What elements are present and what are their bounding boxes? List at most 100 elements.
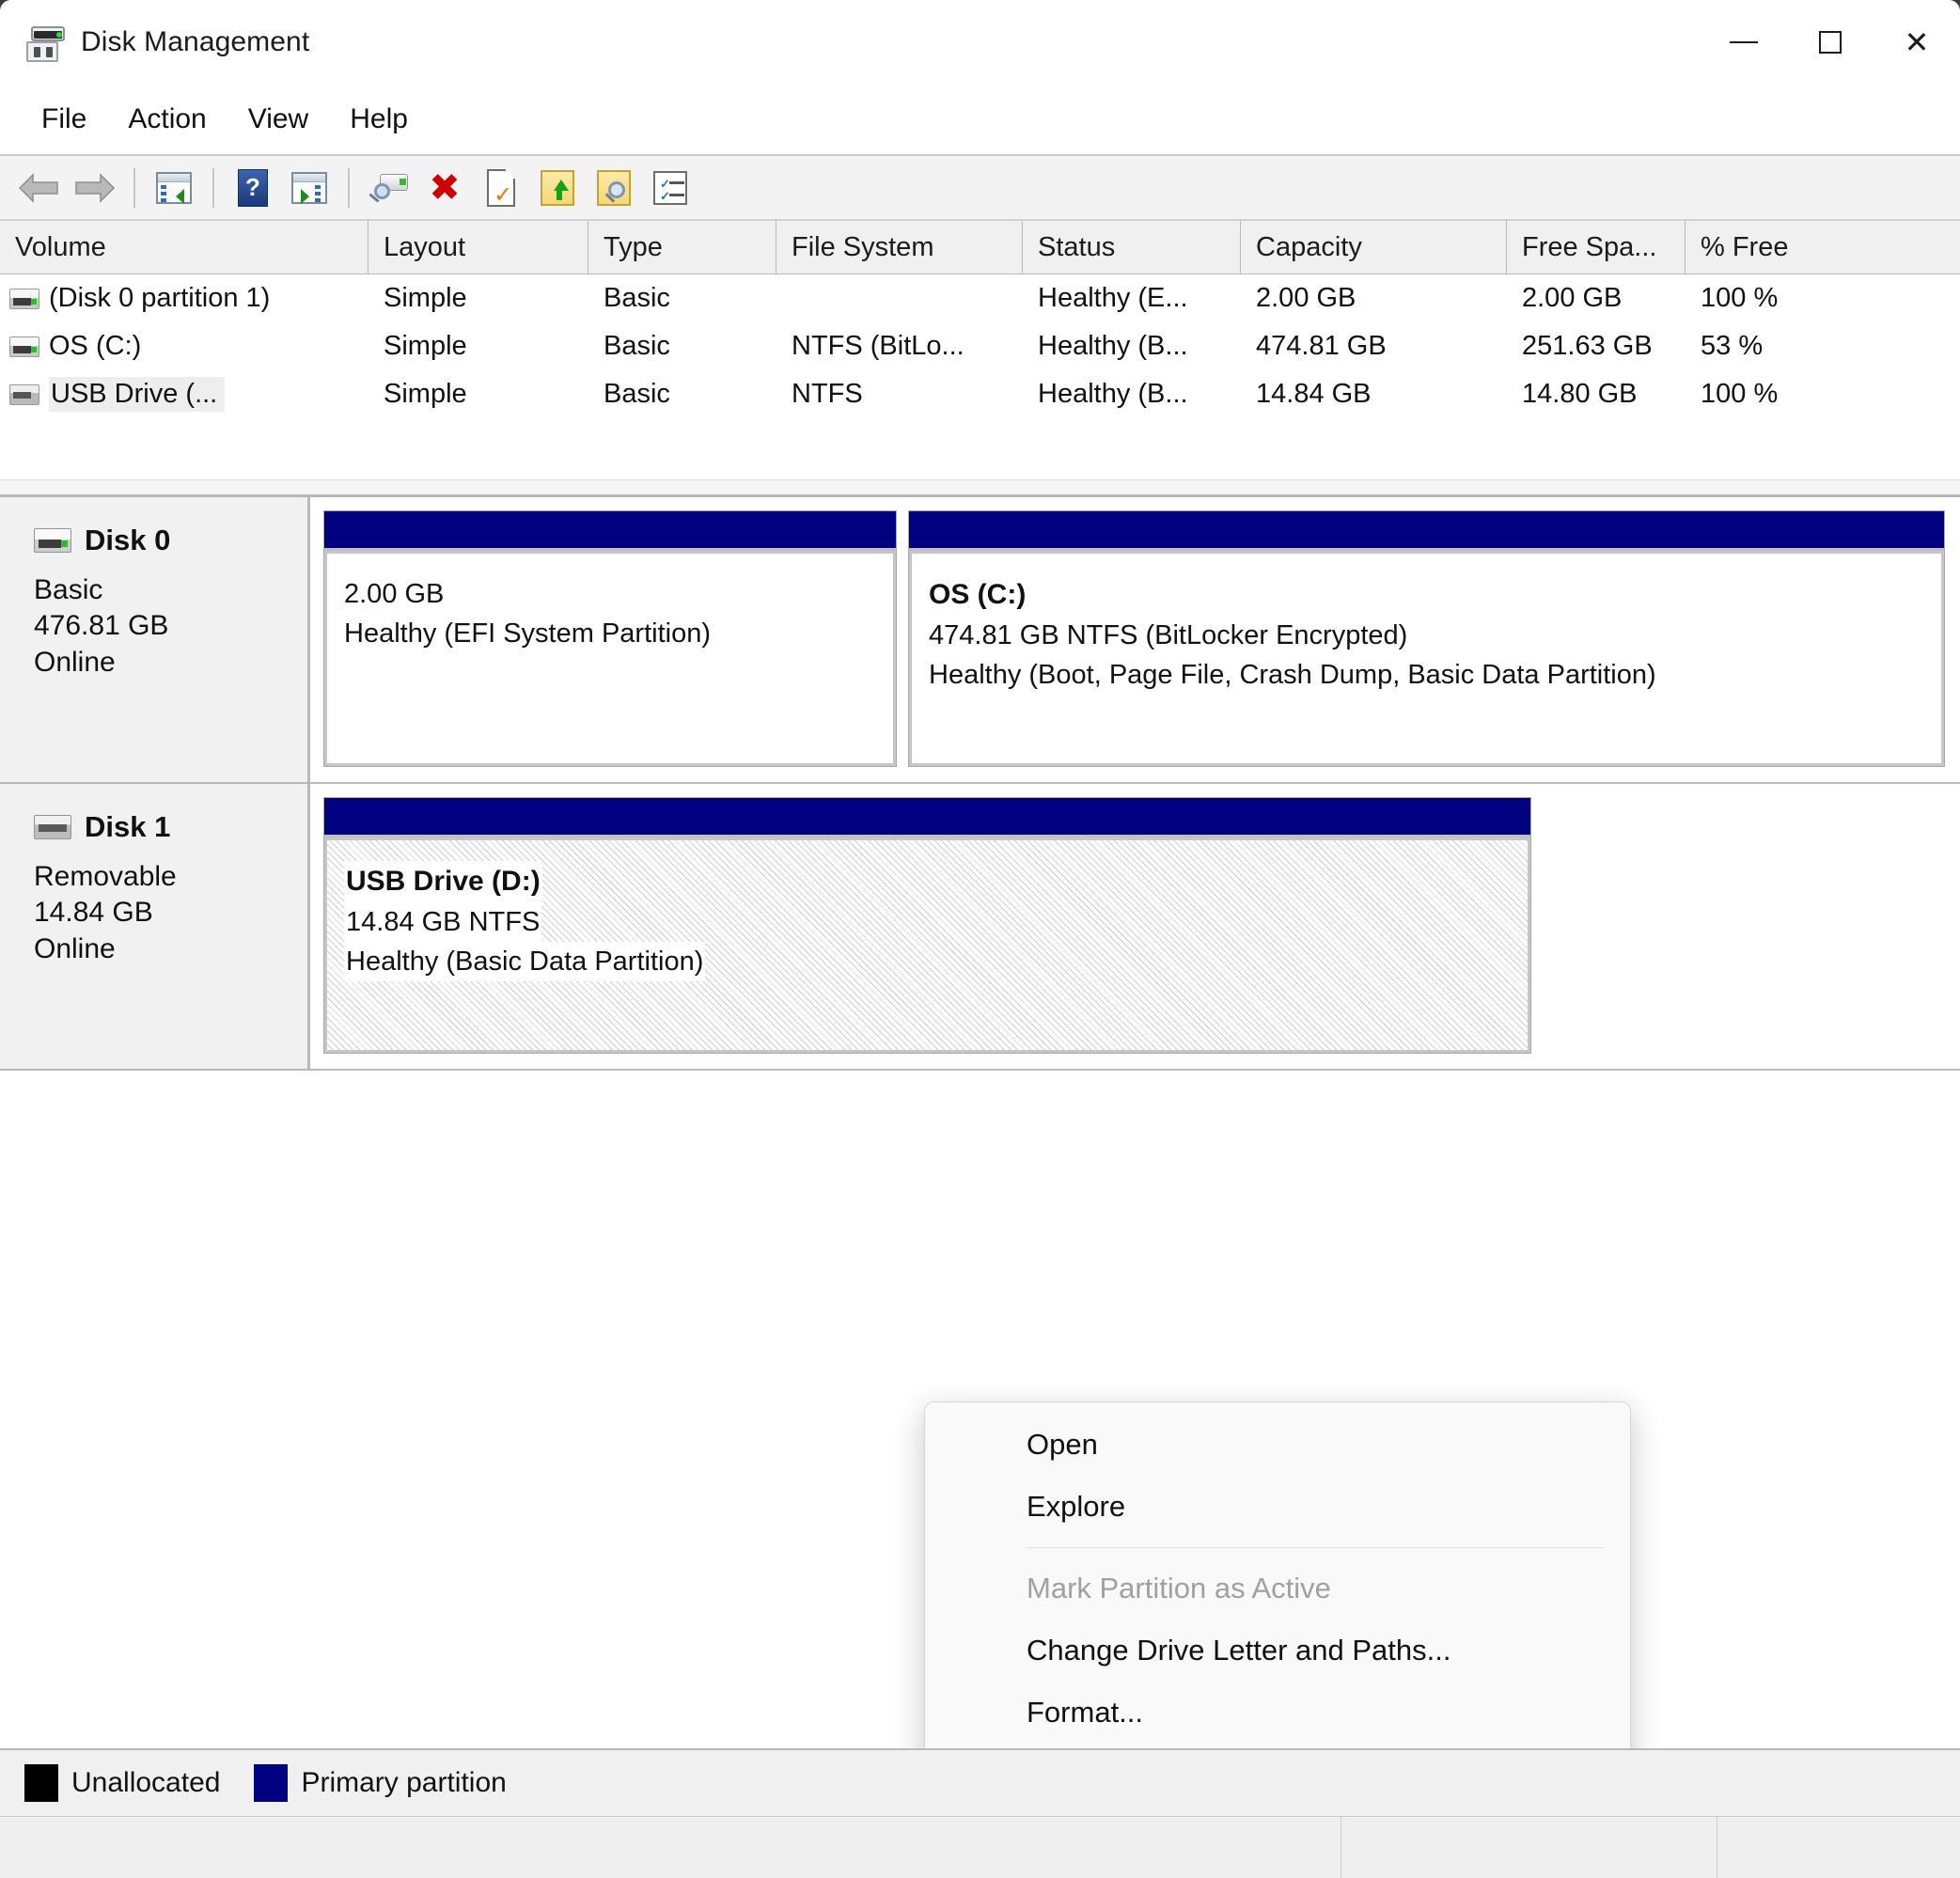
disk-name: Disk 1 [85, 810, 171, 843]
partition-size-fs: 2.00 GB [344, 579, 445, 609]
cell-type: Basic [604, 331, 670, 361]
cell-layout: Simple [384, 331, 467, 361]
status-bar [0, 1816, 1960, 1878]
help-icon[interactable]: ? [226, 161, 280, 215]
cell-volume: OS (C:) [0, 322, 368, 370]
column-header-capacity[interactable]: Capacity [1241, 221, 1507, 274]
context-menu-separator [1027, 1547, 1604, 1548]
toolbar-separator [212, 167, 214, 208]
legend-swatch-primary-partition [254, 1764, 289, 1802]
graphical-view: Disk 0 Basic 476.81 GB Online 2.00 GB He… [0, 497, 1960, 1748]
show-hide-console-tree-icon[interactable] [147, 161, 201, 215]
show-hide-action-pane-icon[interactable] [282, 161, 337, 215]
partition-details: USB Drive (D:) 14.84 GB NTFS Healthy (Ba… [324, 837, 1530, 1053]
cell-status: Healthy (B... [1038, 379, 1188, 409]
disk-info-0[interactable]: Disk 0 Basic 476.81 GB Online [0, 497, 310, 782]
cell-type: Basic [604, 379, 670, 409]
menu-help[interactable]: Help [329, 96, 429, 143]
partition-title: OS (C:) [929, 579, 1027, 610]
close-button[interactable]: ✕ [1874, 0, 1960, 85]
cell-capacity: 14.84 GB [1256, 379, 1372, 409]
cell-volume-label: (Disk 0 partition 1) [49, 283, 271, 313]
fixed-disk-icon [9, 336, 39, 357]
disk-info-1[interactable]: Disk 1 Removable 14.84 GB Online [0, 784, 310, 1069]
unallocated-spacer [1543, 797, 1945, 1054]
partition-details: OS (C:) 474.81 GB NTFS (BitLocker Encryp… [909, 551, 1944, 766]
context-menu-item-explore[interactable]: Explore [925, 1476, 1630, 1538]
volume-list-rows: (Disk 0 partition 1) Simple Basic Health… [0, 274, 1960, 494]
partition-color-bar [909, 511, 1944, 551]
column-header-percent-free[interactable]: % Free [1686, 221, 1951, 274]
partition-details: 2.00 GB Healthy (EFI System Partition) [324, 551, 896, 766]
disk-row-1: Disk 1 Removable 14.84 GB Online USB Dri… [0, 784, 1960, 1071]
cell-file-system: NTFS [792, 379, 863, 409]
disk-type: Basic [34, 574, 103, 605]
window-controls: ✕ [1701, 0, 1960, 85]
toolbar-separator [348, 167, 350, 208]
back-arrow-icon[interactable] [11, 161, 66, 215]
volume-list-horizontal-scrollbar[interactable] [0, 479, 1960, 494]
cell-free-space: 14.80 GB [1522, 379, 1638, 409]
column-header-layout[interactable]: Layout [368, 221, 588, 274]
list-view-icon[interactable]: ✓ ✓ [643, 161, 698, 215]
column-header-volume[interactable]: Volume [0, 221, 368, 274]
partition-size-fs: 14.84 GB NTFS [344, 901, 542, 942]
minimize-button[interactable] [1701, 0, 1787, 85]
table-row[interactable]: USB Drive (... Simple Basic NTFS Healthy… [0, 370, 1960, 418]
rescan-disks-icon[interactable] [361, 161, 416, 215]
removable-disk-icon [34, 815, 71, 839]
partition-os-c[interactable]: OS (C:) 474.81 GB NTFS (BitLocker Encryp… [908, 510, 1945, 767]
properties-document-icon[interactable]: ✓ [474, 161, 528, 215]
column-header-file-system[interactable]: File System [776, 221, 1023, 274]
menu-file[interactable]: File [21, 96, 107, 143]
partition-efi[interactable]: 2.00 GB Healthy (EFI System Partition) [323, 510, 897, 767]
folder-up-icon[interactable] [530, 161, 585, 215]
fixed-disk-icon [9, 288, 39, 309]
column-header-type[interactable]: Type [588, 221, 776, 274]
cell-type: Basic [604, 283, 670, 313]
table-row[interactable]: (Disk 0 partition 1) Simple Basic Health… [0, 274, 1960, 322]
cell-percent-free: 53 % [1701, 331, 1764, 361]
title-bar: Disk Management ✕ [0, 0, 1960, 85]
disk-name: Disk 0 [85, 524, 171, 556]
folder-search-icon[interactable] [587, 161, 641, 215]
cell-volume: USB Drive (... [0, 370, 368, 418]
disk-state: Online [34, 646, 116, 678]
cell-volume: (Disk 0 partition 1) [0, 274, 368, 322]
maximize-button[interactable] [1787, 0, 1874, 85]
disk-row-0: Disk 0 Basic 476.81 GB Online 2.00 GB He… [0, 497, 1960, 784]
legend: Unallocated Primary partition [0, 1748, 1960, 1816]
volume-list-header: Volume Layout Type File System Status Ca… [0, 220, 1960, 274]
cell-percent-free: 100 % [1701, 283, 1779, 313]
status-bar-cell-2 [1341, 1817, 1717, 1878]
partition-status: Healthy (Boot, Page File, Crash Dump, Ba… [929, 659, 1656, 690]
context-menu-item-change-drive-letter-and-paths[interactable]: Change Drive Letter and Paths... [925, 1620, 1630, 1682]
toolbar: ? ✖ ✓ ✓ ✓ [0, 156, 1960, 220]
disk-partitions-0: 2.00 GB Healthy (EFI System Partition) O… [310, 497, 1960, 782]
partition-usb-drive-d[interactable]: USB Drive (D:) 14.84 GB NTFS Healthy (Ba… [323, 797, 1531, 1054]
delete-icon[interactable]: ✖ [417, 161, 472, 215]
cell-free-space: 251.63 GB [1522, 331, 1653, 361]
status-bar-cell-1 [0, 1817, 1341, 1878]
cell-free-space: 2.00 GB [1522, 283, 1623, 313]
table-row[interactable]: OS (C:) Simple Basic NTFS (BitLo... Heal… [0, 322, 1960, 370]
disk-size: 476.81 GB [34, 610, 169, 642]
cell-file-system: NTFS (BitLo... [792, 331, 964, 361]
cell-file-system [776, 274, 1023, 322]
window-title: Disk Management [81, 26, 310, 57]
disk-type: Removable [34, 861, 177, 892]
disk-state: Online [34, 932, 116, 964]
context-menu-item-open[interactable]: Open [925, 1414, 1630, 1476]
partition-status: Healthy (Basic Data Partition) [344, 941, 706, 981]
column-header-free-space[interactable]: Free Spa... [1507, 221, 1686, 274]
legend-label-unallocated: Unallocated [71, 1767, 221, 1798]
cell-capacity: 2.00 GB [1256, 283, 1356, 313]
column-header-status[interactable]: Status [1023, 221, 1241, 274]
menu-action[interactable]: Action [107, 96, 227, 143]
disk-drive-icon [23, 21, 66, 64]
forward-arrow-icon[interactable] [68, 161, 122, 215]
context-menu-item-format[interactable]: Format... [925, 1682, 1630, 1744]
fixed-disk-icon [34, 528, 71, 553]
disk-management-window: Disk Management ✕ File Action View Help [0, 0, 1960, 1878]
menu-view[interactable]: View [227, 96, 329, 143]
